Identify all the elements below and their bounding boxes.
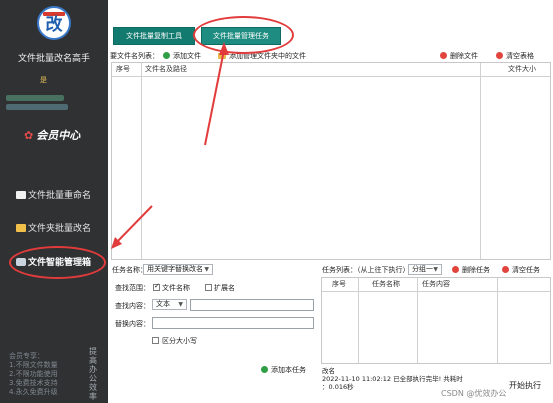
- clear-table-button[interactable]: 清空表格: [496, 50, 534, 62]
- app-title: 文件批量改名高手: [17, 54, 90, 64]
- benefit-line: 2.不限功能使用: [9, 370, 58, 378]
- file-table[interactable]: 序号 文件名及路径 文件大小: [111, 62, 551, 260]
- document-icon: [16, 191, 26, 199]
- column-header-index[interactable]: 序号: [332, 278, 346, 291]
- remove-icon: [440, 52, 447, 59]
- sidebar: 改 文件批量改名高手 是 ✿ 会员中心 文件批量重命名 文件夹批量改名 文件智能管…: [0, 0, 108, 403]
- replace-input[interactable]: [152, 317, 314, 329]
- clear-tasks-button[interactable]: 清空任务: [502, 264, 540, 276]
- watermark: CSDN @优效办公: [441, 389, 507, 398]
- delete-task-button[interactable]: 删除任务: [452, 264, 490, 276]
- add-task-label: 添加本任务: [271, 366, 306, 374]
- case-sensitive-checkbox[interactable]: [152, 337, 159, 344]
- folder-icon: [218, 53, 226, 59]
- nav-label: 文件智能管理箱: [28, 258, 92, 268]
- log-line: 2022-11-10 11:02:12 已全部执行完毕! 共耗时: [322, 375, 463, 383]
- delete-file-label: 删除文件: [450, 52, 478, 60]
- add-icon: [261, 366, 268, 373]
- scope-filename-checkbox[interactable]: [153, 282, 160, 291]
- scope-extension-checkbox[interactable]: [205, 284, 212, 291]
- header-divider: [112, 76, 550, 77]
- delete-file-button[interactable]: 删除文件: [440, 50, 478, 62]
- redacted-info: [6, 95, 64, 101]
- column-divider: [480, 63, 481, 259]
- add-icon: [163, 52, 170, 59]
- user-name: 是: [40, 76, 47, 84]
- clear-table-label: 清空表格: [506, 52, 534, 60]
- column-divider: [141, 63, 142, 259]
- redacted-info: [6, 104, 68, 110]
- header-divider: [322, 291, 550, 292]
- find-type-select[interactable]: 文本 ▼: [152, 299, 187, 310]
- task-name-value: 用关键字替换改名: [147, 265, 203, 273]
- case-sensitive-label: 区分大小写: [162, 337, 197, 345]
- benefit-line: 4.永久免费升级: [9, 388, 58, 396]
- logo-char: 改: [45, 15, 63, 35]
- log-line: 改名: [322, 367, 335, 375]
- task-list-heading: 任务列表：（从上往下执行）: [322, 266, 410, 274]
- tab-batch-manage-task[interactable]: 文件批量管理任务: [201, 27, 281, 45]
- task-name-select[interactable]: 用关键字替换改名 ▼: [143, 264, 213, 275]
- add-file-button[interactable]: 添加文件: [163, 50, 201, 62]
- member-benefits: 会员专享： 1.不限文件数量 2.不限功能使用 3.免费技术支持 4.永久免费升…: [9, 352, 58, 397]
- column-header-path[interactable]: 文件名及路径: [145, 63, 187, 76]
- column-header-task-name[interactable]: 任务名称: [372, 278, 400, 291]
- replace-label: 替换内容：: [115, 320, 150, 328]
- chevron-down-icon: ▼: [178, 301, 183, 308]
- add-folder-files-label: 添加管理文件夹中的文件: [229, 52, 306, 60]
- file-list-toolbar: 要文件名列表： 添加文件 添加管理文件夹中的文件 删除文件 清空表格: [110, 50, 551, 62]
- member-center-label: 会员中心: [36, 129, 81, 142]
- column-header-task-content[interactable]: 任务内容: [422, 278, 450, 291]
- app-logo: 改: [37, 6, 71, 40]
- nav-item-file-rename[interactable]: 文件批量重命名: [0, 186, 108, 206]
- start-button[interactable]: 开始执行: [502, 379, 548, 393]
- chevron-down-icon: ▼: [433, 266, 438, 273]
- chevron-down-icon: ▼: [204, 266, 209, 273]
- nav-label: 文件批量重命名: [28, 191, 92, 201]
- clear-tasks-label: 清空任务: [512, 266, 540, 274]
- folder-icon: [16, 224, 26, 232]
- add-folder-files-button[interactable]: 添加管理文件夹中的文件: [218, 50, 306, 62]
- add-file-label: 添加文件: [173, 52, 201, 60]
- file-list-heading: 要文件名列表：: [110, 52, 159, 60]
- group-value: 分组一: [412, 265, 433, 273]
- nav-label: 文件夹批量改名: [28, 224, 92, 234]
- task-name-label: 任务名称：: [112, 266, 147, 274]
- task-table[interactable]: 序号 任务名称 任务内容: [321, 277, 551, 364]
- close-icon: [496, 52, 503, 59]
- slogan-vertical: 提高办公效率: [89, 347, 97, 401]
- nav-item-folder-rename[interactable]: 文件夹批量改名: [0, 219, 108, 239]
- tab-batch-copy[interactable]: 文件批量复制工具: [113, 27, 195, 45]
- scope-extension-label: 扩展名: [214, 284, 235, 292]
- group-select[interactable]: 分组一 ▼: [408, 264, 442, 275]
- member-center-button[interactable]: ✿ 会员中心: [24, 127, 80, 143]
- find-type-value: 文本: [156, 300, 170, 308]
- column-header-index[interactable]: 序号: [116, 63, 130, 76]
- find-input[interactable]: [190, 299, 314, 311]
- column-header-size[interactable]: 文件大小: [508, 63, 536, 76]
- close-icon: [502, 266, 509, 273]
- scope-label: 查找范围：: [115, 284, 150, 292]
- benefit-line: 1.不限文件数量: [9, 361, 58, 369]
- add-task-button[interactable]: 添加本任务: [261, 363, 316, 377]
- remove-icon: [452, 266, 459, 273]
- toolbox-icon: [16, 258, 26, 266]
- delete-task-label: 删除任务: [462, 266, 490, 274]
- benefit-line: 3.免费技术支持: [9, 379, 58, 387]
- scope-filename-label: 文件名称: [162, 284, 190, 292]
- find-label: 查找内容：: [115, 302, 150, 310]
- benefit-line: 会员专享：: [9, 352, 44, 360]
- nav-item-smart-toolbox[interactable]: 文件智能管理箱: [0, 253, 108, 273]
- member-icon: ✿: [24, 129, 34, 142]
